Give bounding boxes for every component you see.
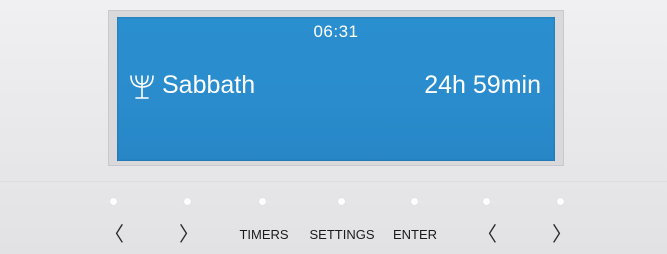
program-duration: 24h 59min — [424, 71, 541, 99]
left-prev-button[interactable]: 〈 — [104, 222, 124, 248]
program-row: Sabbath 24h 59min — [129, 69, 541, 103]
indicator-led — [483, 198, 490, 205]
indicator-led — [259, 198, 266, 205]
control-panel: 06:31 Sabbath 24h 59min 〈 〉 TIMERS SETTI… — [0, 0, 667, 254]
right-next-button[interactable]: 〉 — [552, 222, 572, 248]
program-name: Sabbath — [162, 71, 256, 99]
indicator-led — [557, 198, 564, 205]
indicator-led — [184, 198, 191, 205]
menorah-icon — [129, 71, 155, 101]
panel-divider — [0, 181, 667, 182]
left-next-button[interactable]: 〉 — [179, 222, 199, 248]
enter-button[interactable]: ENTER — [388, 222, 442, 248]
timers-button[interactable]: TIMERS — [232, 222, 296, 248]
right-prev-button[interactable]: 〈 — [477, 222, 497, 248]
clock-time: 06:31 — [313, 22, 359, 41]
settings-button[interactable]: SETTINGS — [302, 222, 382, 248]
indicator-led — [110, 198, 117, 205]
lcd-display: 06:31 Sabbath 24h 59min — [117, 17, 555, 161]
indicator-led — [338, 198, 345, 205]
indicator-led — [411, 198, 418, 205]
